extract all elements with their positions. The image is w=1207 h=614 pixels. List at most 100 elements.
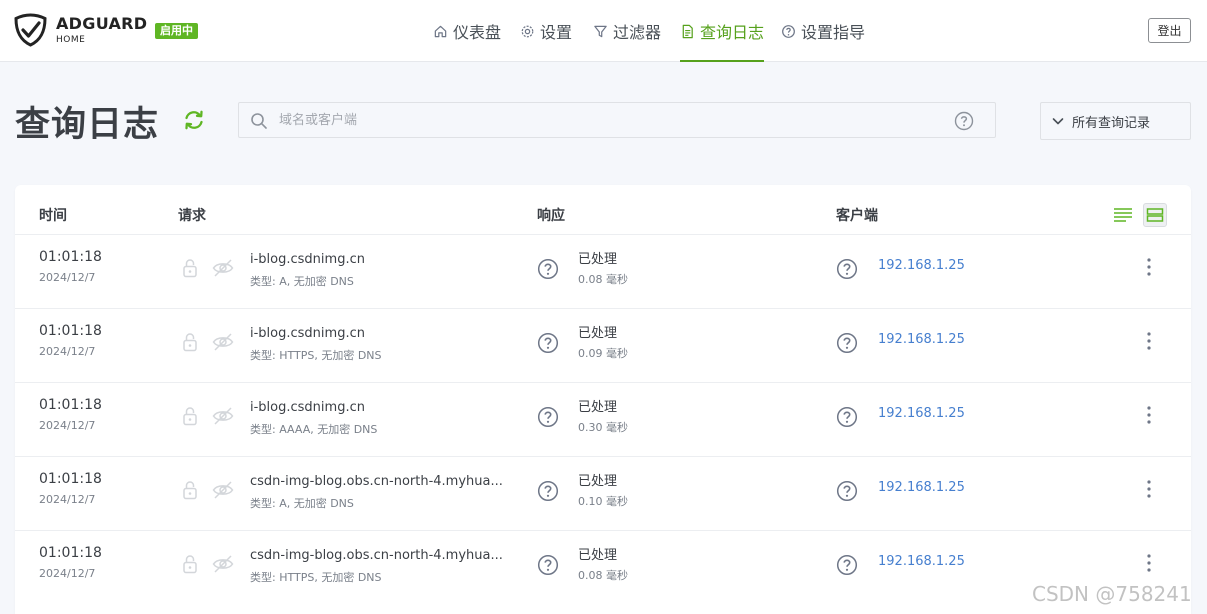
more-options-icon[interactable] (1141, 403, 1157, 427)
expanded-view-icon (1146, 208, 1164, 222)
row-time: 01:01:18 (39, 471, 102, 487)
home-icon (434, 25, 447, 37)
nav-dashboard-label: 仪表盘 (453, 23, 502, 42)
row-status: 已处理 (578, 474, 618, 489)
status-badge: 启用中 (155, 23, 198, 39)
row-request-type: 类型: HTTPS, 无加密 DNS (250, 349, 382, 362)
search-input[interactable] (279, 103, 959, 137)
client-help-icon[interactable] (836, 480, 858, 506)
nav-query-log[interactable]: 查询日志 (680, 0, 765, 62)
client-help-icon[interactable] (836, 258, 858, 284)
row-time: 01:01:18 (39, 397, 102, 413)
row-date: 2024/12/7 (39, 345, 96, 358)
brand-subtitle: HOME (56, 34, 86, 45)
tracker-hidden-icon (211, 257, 235, 283)
page-title: 查询日志 (15, 105, 160, 145)
brand-logo[interactable]: ADGUARD HOME (14, 13, 147, 47)
brand-name: ADGUARD (56, 13, 148, 33)
tracker-hidden-icon (211, 553, 235, 579)
row-status: 已处理 (578, 400, 618, 415)
row-client-link[interactable]: 192.168.1.25 (878, 480, 965, 495)
row-elapsed: 0.10 毫秒 (578, 495, 628, 508)
row-elapsed: 0.08 毫秒 (578, 569, 628, 582)
table-row[interactable]: 01:01:18 2024/12/7 csdn-img-blog.obs.cn-no… (15, 530, 1191, 604)
table-row[interactable]: 01:01:18 2024/12/7 i-blog.csdnimg.cn 类型: AA… (15, 382, 1191, 456)
row-domain[interactable]: i-blog.csdnimg.cn (250, 252, 520, 267)
filter-icon (594, 25, 607, 37)
row-elapsed: 0.09 毫秒 (578, 347, 628, 360)
row-request-type: 类型: A, 无加密 DNS (250, 275, 354, 288)
row-request-type: 类型: A, 无加密 DNS (250, 497, 354, 510)
document-icon (682, 24, 693, 38)
client-help-icon[interactable] (836, 406, 858, 432)
row-elapsed: 0.30 毫秒 (578, 421, 628, 434)
more-options-icon[interactable] (1141, 329, 1157, 353)
gear-icon (521, 25, 534, 37)
top-header: ADGUARD HOME 启用中 仪表盘 设置 过滤器 查询日志 设置指导 登出 (0, 0, 1207, 62)
help-circle-icon (782, 24, 795, 38)
unencrypted-lock-icon (180, 257, 200, 283)
row-request-type: 类型: AAAA, 无加密 DNS (250, 423, 378, 436)
response-help-icon[interactable] (537, 332, 559, 358)
row-time: 01:01:18 (39, 249, 102, 265)
unencrypted-lock-icon (180, 553, 200, 579)
column-header-request: 请求 (178, 208, 206, 224)
column-header-time: 时间 (39, 208, 67, 224)
tracker-hidden-icon (211, 331, 235, 357)
row-status: 已处理 (578, 252, 618, 267)
compact-view-icon[interactable] (1112, 204, 1134, 226)
row-status: 已处理 (578, 326, 618, 341)
refresh-icon[interactable] (182, 109, 206, 131)
nav-dashboard[interactable]: 仪表盘 (433, 0, 501, 62)
default-view-toggle[interactable] (1143, 203, 1167, 227)
nav-settings-label: 设置 (540, 23, 573, 42)
row-domain[interactable]: csdn-img-blog.obs.cn-north-4.myhua... (250, 548, 520, 563)
row-time: 01:01:18 (39, 323, 102, 339)
column-header-client: 客户端 (836, 208, 878, 224)
watermark: CSDN @758241 (1032, 582, 1192, 606)
row-status: 已处理 (578, 548, 618, 563)
row-client-link[interactable]: 192.168.1.25 (878, 332, 965, 347)
row-client-link[interactable]: 192.168.1.25 (878, 406, 965, 421)
search-icon (251, 113, 267, 129)
more-options-icon[interactable] (1141, 255, 1157, 279)
search-box (238, 102, 996, 138)
nav-setup-guide[interactable]: 设置指导 (781, 0, 865, 62)
nav-filters[interactable]: 过滤器 (593, 0, 661, 62)
table-row[interactable]: 01:01:18 2024/12/7 i-blog.csdnimg.cn 类型: A,… (15, 234, 1191, 308)
unencrypted-lock-icon (180, 405, 200, 431)
row-domain[interactable]: i-blog.csdnimg.cn (250, 400, 520, 415)
more-options-icon[interactable] (1141, 477, 1157, 501)
more-options-icon[interactable] (1141, 551, 1157, 575)
nav-settings[interactable]: 设置 (520, 0, 572, 62)
table-row[interactable]: 01:01:18 2024/12/7 csdn-img-blog.obs.cn-no… (15, 456, 1191, 530)
client-help-icon[interactable] (836, 554, 858, 580)
client-help-icon[interactable] (836, 332, 858, 358)
row-client-link[interactable]: 192.168.1.25 (878, 258, 965, 273)
response-help-icon[interactable] (537, 406, 559, 432)
nav-setup-guide-label: 设置指导 (801, 23, 866, 42)
row-client-link[interactable]: 192.168.1.25 (878, 554, 965, 569)
response-help-icon[interactable] (537, 554, 559, 580)
response-help-icon[interactable] (537, 480, 559, 506)
response-help-icon[interactable] (537, 258, 559, 284)
row-request-type: 类型: HTTPS, 无加密 DNS (250, 571, 382, 584)
row-date: 2024/12/7 (39, 567, 96, 580)
row-domain[interactable]: csdn-img-blog.obs.cn-north-4.myhua... (250, 474, 520, 489)
unencrypted-lock-icon (180, 479, 200, 505)
unencrypted-lock-icon (180, 331, 200, 357)
response-filter-select[interactable]: 所有查询记录 (1040, 102, 1191, 140)
row-time: 01:01:18 (39, 545, 102, 561)
nav-query-log-label: 查询日志 (700, 23, 765, 42)
tracker-hidden-icon (211, 405, 235, 431)
logout-button[interactable]: 登出 (1148, 18, 1191, 43)
search-help-icon[interactable] (954, 111, 974, 131)
row-date: 2024/12/7 (39, 493, 96, 506)
row-domain[interactable]: i-blog.csdnimg.cn (250, 326, 520, 341)
adguard-shield-icon (14, 13, 47, 47)
query-log-table: 时间 请求 响应 客户端 01:01:18 2024/12/7 i-blog.csd… (15, 185, 1191, 614)
column-header-response: 响应 (537, 208, 565, 224)
table-row[interactable]: 01:01:18 2024/12/7 i-blog.csdnimg.cn 类型: HT… (15, 308, 1191, 382)
row-date: 2024/12/7 (39, 271, 96, 284)
filter-select-label: 所有查询记录 (1072, 115, 1151, 131)
